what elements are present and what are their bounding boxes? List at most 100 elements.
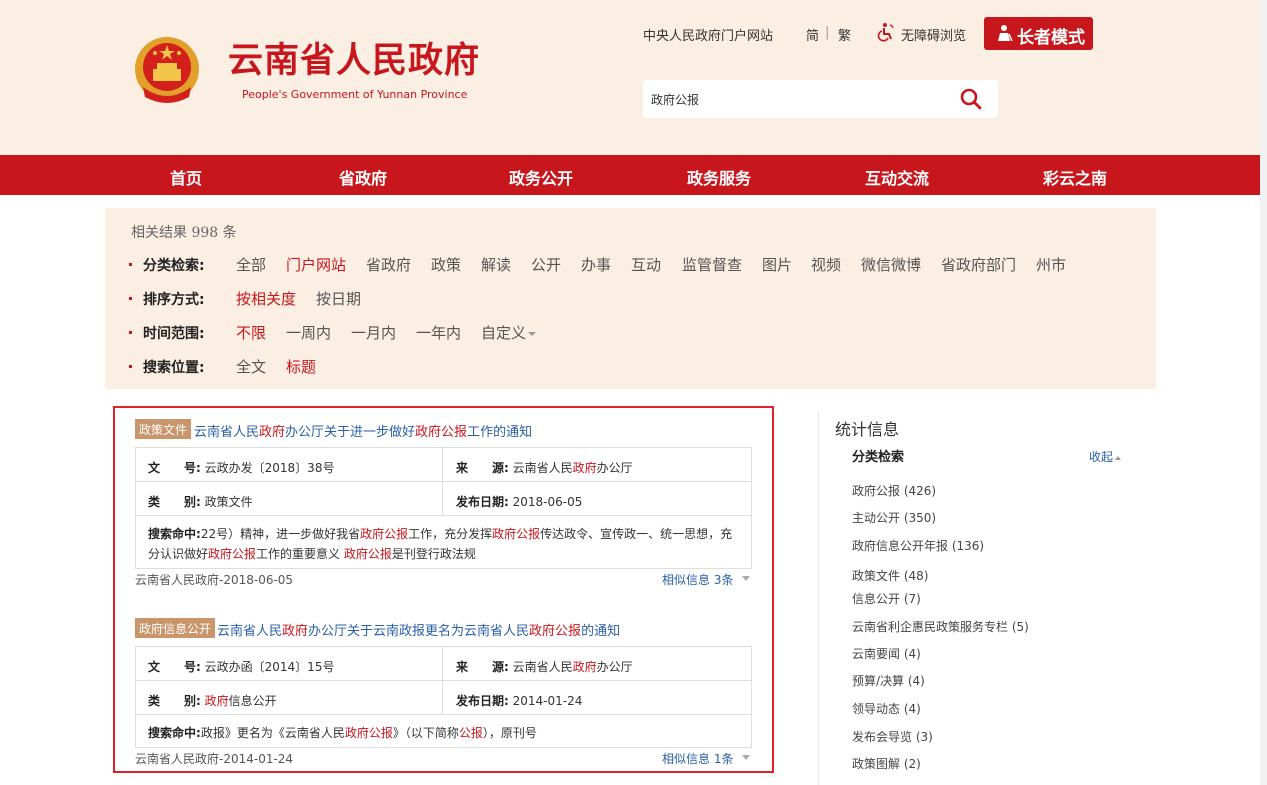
stat-item[interactable]: 政府信息公开年报 (136) [852, 537, 984, 554]
hit-text: 政报》更名为《云南省人民 [200, 726, 345, 740]
chevron-down-icon[interactable] [742, 576, 750, 581]
sidebar-divider [818, 412, 819, 785]
doc-number-cell: 文 号: 云政办发〔2018〕38号 [148, 459, 334, 476]
filter-option-images[interactable]: 图片 [762, 254, 792, 275]
result-source-line: 云南省人民政府-2014-01-24 [135, 752, 294, 766]
result-count-number: 998 [191, 225, 219, 241]
category-filter-row: 分类检索: 全部 门户网站 省政府 政策 解读 公开 办事 互动 监管督查 图片… [129, 254, 1079, 276]
nav-item-services[interactable]: 政务服务 [687, 165, 751, 189]
sort-option-date[interactable]: 按日期 [316, 288, 361, 309]
filter-option-affairs[interactable]: 办事 [581, 254, 611, 275]
position-option-title[interactable]: 标题 [286, 356, 316, 377]
bullet [129, 263, 132, 266]
source-text: 办公厅 [596, 461, 633, 475]
nav-item-yunnan[interactable]: 彩云之南 [1043, 165, 1107, 189]
filter-option-all[interactable]: 全部 [236, 254, 266, 275]
filter-option-portal[interactable]: 门户网站 [286, 254, 346, 275]
table-divider [136, 714, 751, 715]
title-text: 云南省人民 [217, 624, 283, 639]
central-portal-link[interactable]: 中央人民政府门户网站 [643, 25, 773, 44]
nav-item-home[interactable]: 首页 [170, 165, 202, 189]
time-option-week[interactable]: 一周内 [286, 322, 331, 343]
accessibility-icon[interactable] [876, 22, 896, 42]
time-option-month[interactable]: 一月内 [351, 322, 396, 343]
nav-item-interaction[interactable]: 互动交流 [865, 165, 929, 189]
doc-number-label: 文 号: [148, 461, 201, 475]
result-count-prefix: 相关结果 [131, 225, 187, 241]
category-highlight: 政府 [204, 694, 229, 708]
time-option-year[interactable]: 一年内 [416, 322, 461, 343]
simplified-link[interactable]: 简 [806, 25, 819, 44]
position-filter-row: 搜索位置: 全文 标题 [129, 356, 429, 378]
category-value: 信息公开 [228, 694, 277, 708]
result-title-link[interactable]: 云南省人民政府办公厅关于进一步做好政府公报工作的通知 [194, 421, 532, 440]
source-text: 云南省人民 [512, 461, 573, 475]
sort-option-relevance[interactable]: 按相关度 [236, 288, 296, 309]
title-text: 办公厅关于云南政报更名为云南省人民 [308, 624, 530, 639]
collapse-link[interactable]: 收起 [1089, 448, 1122, 465]
stat-item[interactable]: 政策文件 (48) [852, 567, 928, 584]
source-text: 办公厅 [596, 660, 633, 674]
elder-mode-button[interactable]: 长者模式 [984, 17, 1093, 50]
table-divider [136, 481, 751, 482]
filter-option-policy[interactable]: 政策 [431, 254, 461, 275]
filter-option-interaction[interactable]: 互动 [631, 254, 661, 275]
source-label: 来 源: [456, 660, 509, 674]
category-cell: 类 别: 政府信息公开 [148, 692, 277, 709]
source-highlight: 政府 [572, 461, 597, 475]
accessible-link[interactable]: 无障碍浏览 [901, 25, 966, 44]
similar-label: 相似信息 [662, 573, 714, 587]
stat-item[interactable]: 主动公开 (350) [852, 509, 936, 526]
similar-info-link[interactable]: 相似信息 1条 [662, 750, 733, 767]
doc-number-cell: 文 号: 云政办函〔2014〕15号 [148, 658, 334, 675]
result-title-link[interactable]: 云南省人民政府办公厅关于云南政报更名为云南省人民政府公报的通知 [217, 620, 620, 639]
stat-item[interactable]: 云南要闻 (4) [852, 645, 921, 662]
stat-item[interactable]: 政府公报 (426) [852, 482, 936, 499]
search-input[interactable] [651, 89, 951, 109]
filter-option-wechat-weibo[interactable]: 微信微博 [861, 254, 921, 275]
sort-filter-label: 排序方式: [143, 292, 205, 308]
filter-option-departments[interactable]: 省政府部门 [941, 254, 1016, 275]
bullet [129, 365, 132, 368]
title-highlight: 政府公报 [529, 624, 582, 639]
search-box [643, 80, 998, 118]
hit-label: 搜索命中: [148, 527, 201, 541]
category-cell: 类 别: 政策文件 [148, 493, 253, 510]
nav-item-gov-affairs[interactable]: 政务公开 [509, 165, 573, 189]
filter-option-interpretation[interactable]: 解读 [481, 254, 511, 275]
traditional-link[interactable]: 繁 [838, 25, 851, 44]
similar-info-link[interactable]: 相似信息 3条 [662, 571, 733, 588]
stat-item[interactable]: 发布会导览 (3) [852, 728, 933, 745]
stat-item[interactable]: 领导动态 (4) [852, 700, 921, 717]
filter-option-prefectures[interactable]: 州市 [1036, 254, 1066, 275]
chevron-down-icon[interactable] [742, 755, 750, 760]
time-option-custom-label: 自定义 [481, 324, 527, 342]
table-divider [442, 448, 443, 515]
search-hit-snippet: 搜索命中:政报》更名为《云南省人民政府公报》（以下简称公报），原刊号 [148, 723, 740, 743]
filter-option-supervision[interactable]: 监管督查 [682, 254, 742, 275]
search-icon[interactable] [960, 88, 982, 110]
source-cell: 来 源: 云南省人民政府办公厅 [456, 459, 633, 476]
filter-option-public[interactable]: 公开 [531, 254, 561, 275]
table-divider [442, 647, 443, 714]
hit-label: 搜索命中: [148, 726, 201, 740]
category-value: 政策文件 [204, 495, 253, 509]
stat-item[interactable]: 云南省利企惠民政策服务专栏 (5) [852, 618, 1029, 635]
hit-highlight: 公报 [458, 726, 483, 740]
date-cell: 发布日期: 2018-06-05 [456, 493, 582, 510]
stat-item[interactable]: 信息公开 (7) [852, 590, 921, 607]
page-scrollbar[interactable] [1260, 0, 1267, 785]
stat-item[interactable]: 预算/决算 (4) [852, 672, 925, 689]
site-title[interactable]: 云南省人民政府 [228, 44, 480, 79]
nav-item-provincial-gov[interactable]: 省政府 [339, 165, 387, 189]
hit-highlight: 政府公报 [343, 547, 392, 561]
title-text: 工作的通知 [467, 425, 533, 440]
hit-highlight: 政府公报 [208, 547, 257, 561]
filter-option-videos[interactable]: 视频 [811, 254, 841, 275]
similar-suffix: 条 [721, 573, 734, 587]
position-option-fulltext[interactable]: 全文 [236, 356, 266, 377]
time-option-custom[interactable]: 自定义 [481, 322, 537, 343]
time-option-any[interactable]: 不限 [236, 322, 266, 343]
stat-item[interactable]: 政策图解 (2) [852, 755, 921, 772]
filter-option-provincial-gov[interactable]: 省政府 [366, 254, 411, 275]
